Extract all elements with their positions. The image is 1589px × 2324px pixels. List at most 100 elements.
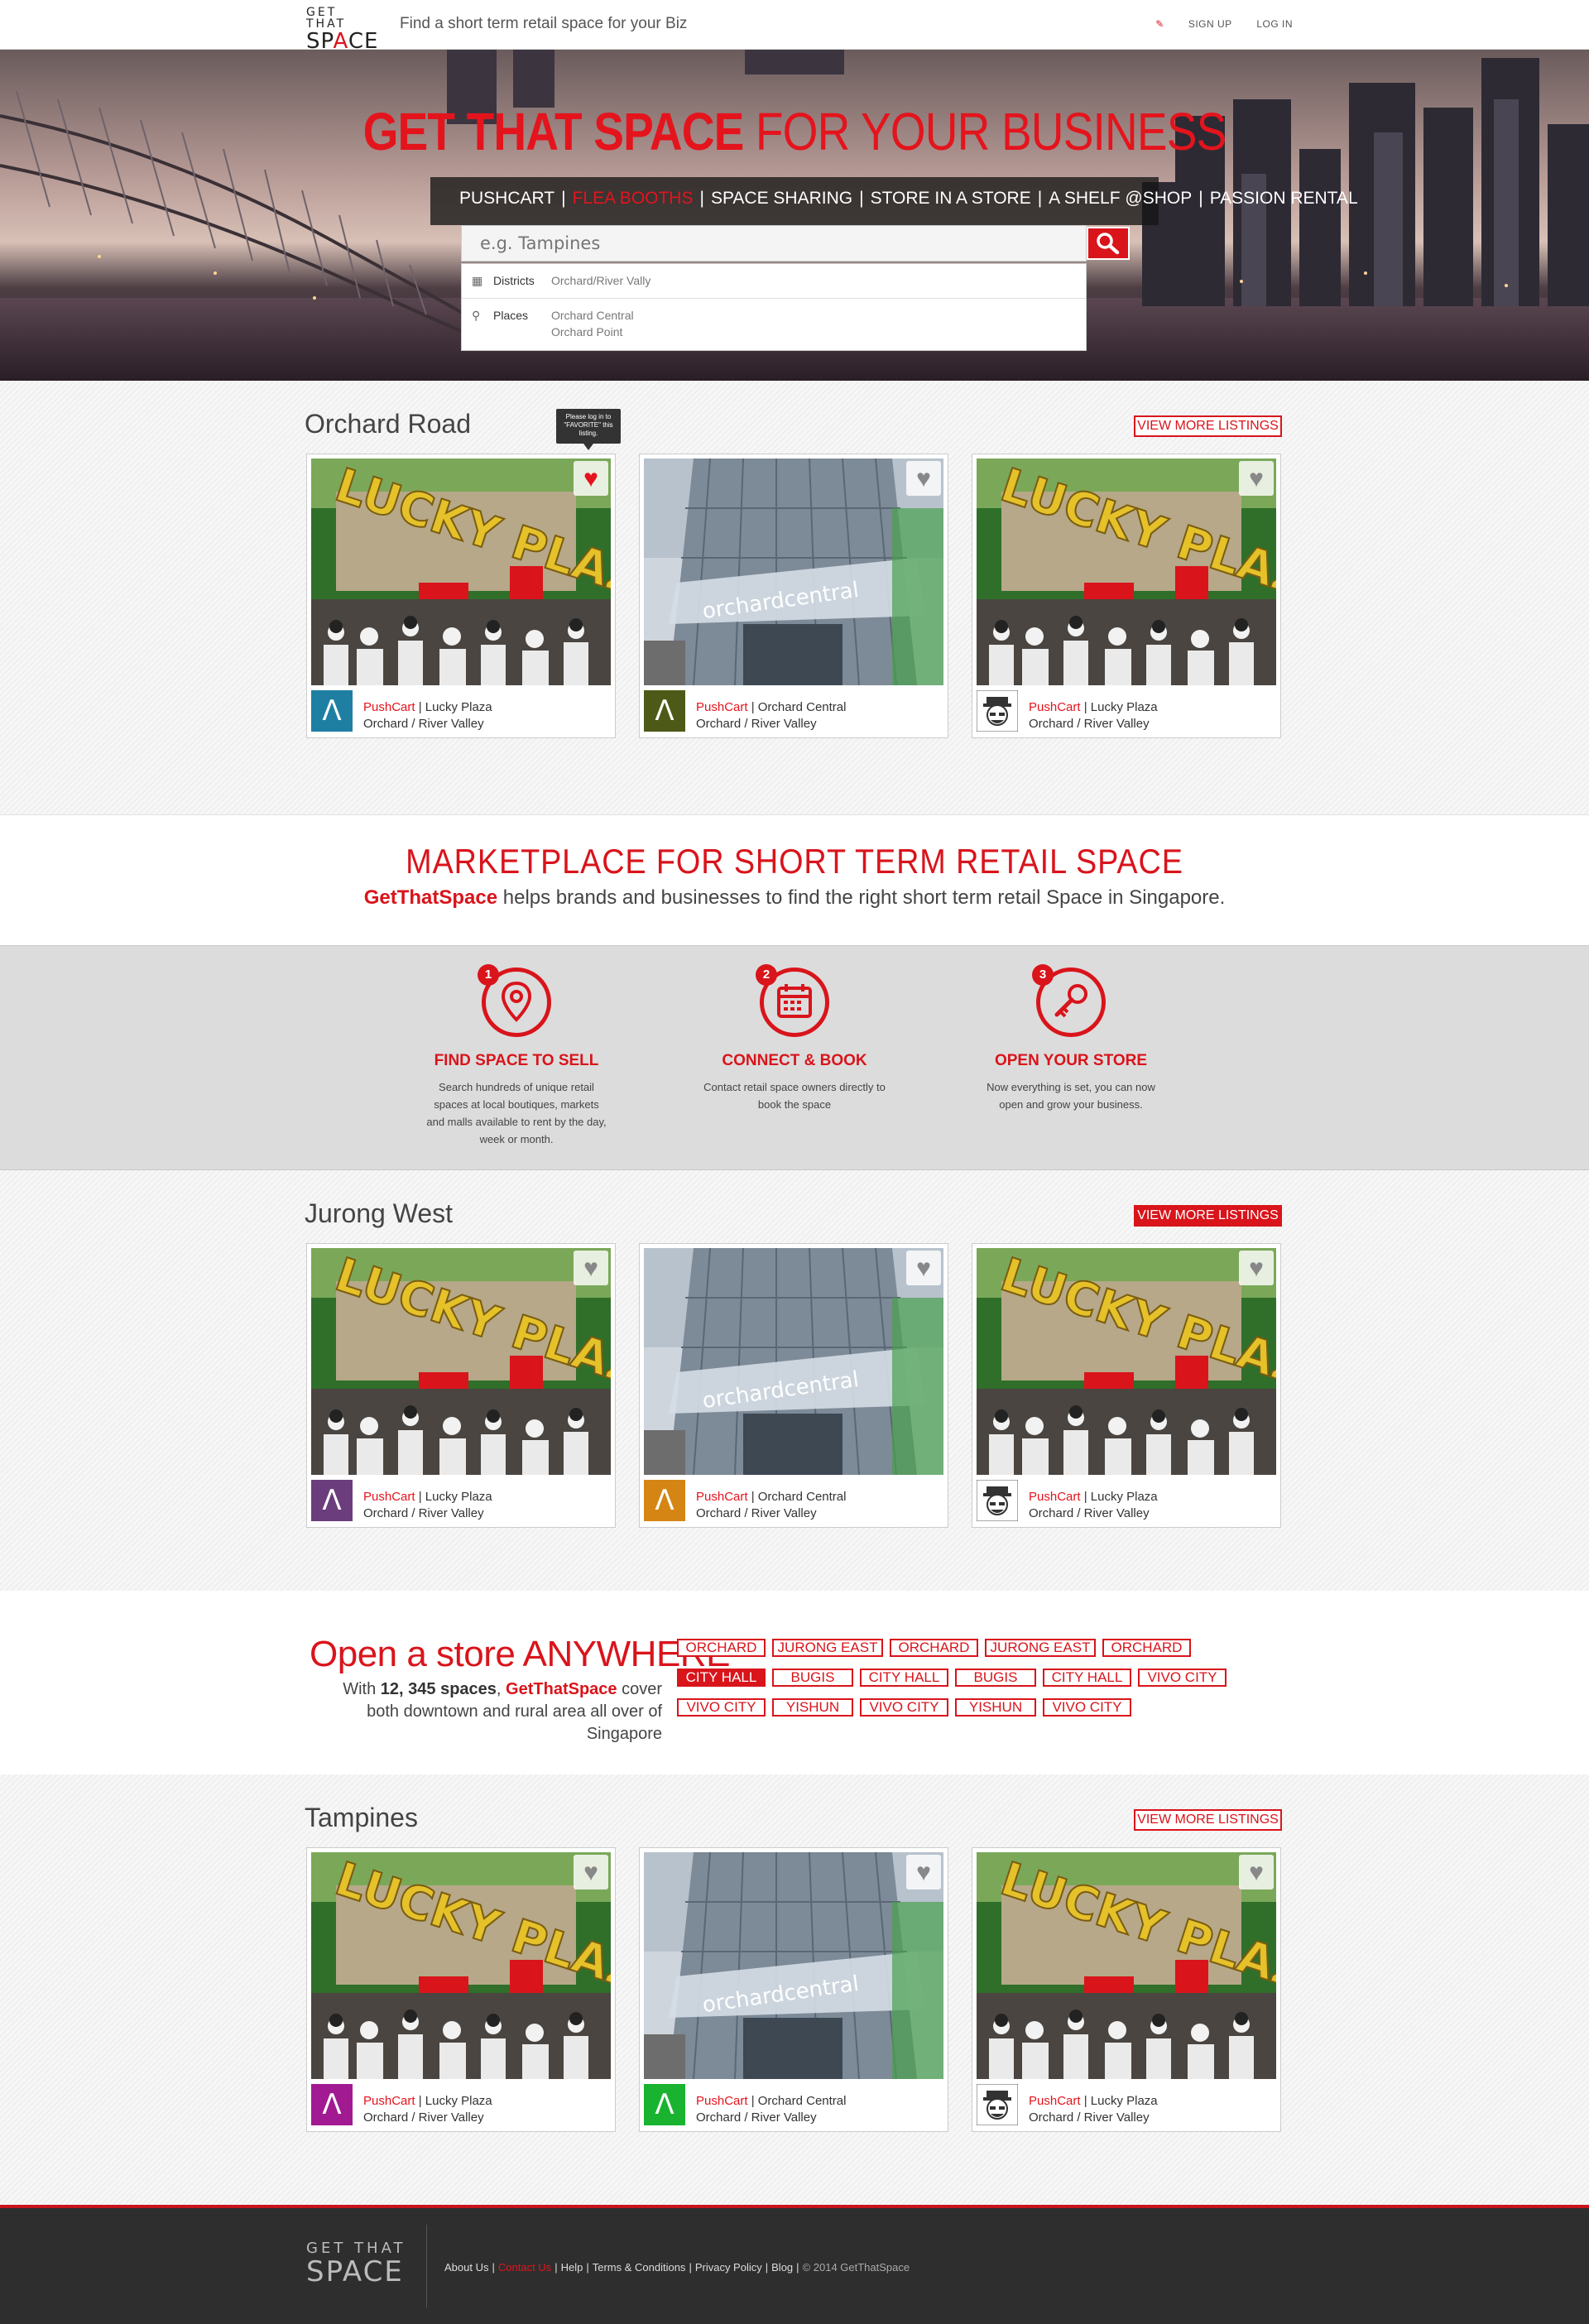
- location-tag[interactable]: ORCHARD: [890, 1639, 978, 1657]
- listing-name[interactable]: Orchard Central: [758, 700, 847, 714]
- footer-divider: [426, 2225, 427, 2307]
- listing-photo[interactable]: LUCKY PLAZA: [311, 1248, 611, 1475]
- listing-category[interactable]: PushCart: [363, 700, 415, 714]
- favorite-heart-icon[interactable]: ♥: [1239, 1251, 1274, 1285]
- avatar[interactable]: Λ: [644, 690, 685, 732]
- listing-category[interactable]: PushCart: [696, 700, 748, 714]
- location-tag[interactable]: BUGIS: [955, 1669, 1036, 1687]
- location-tag[interactable]: CITY HALL: [860, 1669, 948, 1687]
- favorite-heart-icon[interactable]: ♥: [1239, 461, 1274, 496]
- listing-name[interactable]: Lucky Plaza: [425, 1490, 492, 1504]
- listing-card[interactable]: LUCKY PLAZA ♥ Λ PushCart | Lucky Plaza O…: [306, 1847, 616, 2132]
- search-input[interactable]: [462, 226, 1086, 261]
- location-tag[interactable]: YISHUN: [772, 1698, 853, 1717]
- listing-card[interactable]: orchardcentral ♥ Λ PushCart | Orchard Ce…: [639, 1243, 948, 1528]
- favorite-heart-icon[interactable]: ♥: [1239, 1855, 1274, 1889]
- search-button[interactable]: [1087, 227, 1130, 260]
- avatar[interactable]: Λ: [311, 1480, 353, 1521]
- listing-category[interactable]: PushCart: [363, 2094, 415, 2108]
- view-more-listings-button[interactable]: VIEW MORE LISTINGS: [1134, 1205, 1282, 1227]
- location-tag[interactable]: CITY HALL: [1043, 1669, 1131, 1687]
- view-more-listings-button[interactable]: VIEW MORE LISTINGS: [1134, 1809, 1282, 1831]
- category-space-sharing[interactable]: SPACE SHARING: [711, 189, 852, 209]
- avatar[interactable]: Λ: [644, 2084, 685, 2125]
- footer-link-contact[interactable]: Contact Us: [498, 2261, 551, 2274]
- listing-photo[interactable]: orchardcentral: [644, 459, 943, 685]
- listing-photo[interactable]: LUCKY PLAZA: [977, 459, 1276, 685]
- listing-name[interactable]: Lucky Plaza: [425, 2094, 492, 2108]
- listing-category[interactable]: PushCart: [696, 2094, 748, 2108]
- listing-photo[interactable]: LUCKY PLAZA: [977, 1852, 1276, 2079]
- listing-card[interactable]: orchardcentral ♥ Λ PushCart | Orchard Ce…: [639, 454, 948, 738]
- footer-link-about[interactable]: About Us: [444, 2261, 488, 2274]
- listing-category[interactable]: PushCart: [363, 1490, 415, 1504]
- listing-photo[interactable]: LUCKY PLAZA: [977, 1248, 1276, 1475]
- favorite-heart-icon[interactable]: ♥: [574, 461, 608, 496]
- category-a-shelf-at-shop[interactable]: A SHELF @SHOP: [1049, 189, 1192, 209]
- listing-category[interactable]: PushCart: [1029, 2094, 1081, 2108]
- favorite-heart-icon[interactable]: ♥: [906, 1251, 941, 1285]
- category-passion-rental[interactable]: PASSION RENTAL: [1210, 189, 1358, 209]
- location-tag[interactable]: CITY HALL: [677, 1669, 766, 1687]
- location-tag[interactable]: ORCHARD: [1102, 1639, 1191, 1657]
- listing-card[interactable]: LUCKY PLAZA ♥ PushCart | Lucky Plaza Orc…: [972, 454, 1281, 738]
- signup-link[interactable]: ✎ SIGN UP: [1134, 18, 1231, 30]
- location-tag[interactable]: BUGIS: [772, 1669, 853, 1687]
- listing-name[interactable]: Lucky Plaza: [1091, 1490, 1158, 1504]
- login-link[interactable]: LOG IN: [1256, 18, 1293, 30]
- category-pushcart[interactable]: PUSHCART: [459, 189, 554, 209]
- suggestion-value[interactable]: Orchard/River Vally: [551, 274, 650, 287]
- logo[interactable]: GET THAT SPACE: [306, 7, 381, 52]
- favorite-heart-icon[interactable]: ♥: [906, 461, 941, 496]
- location-tag[interactable]: JURONG EAST: [985, 1639, 1096, 1657]
- footer-link-terms[interactable]: Terms & Conditions: [593, 2261, 686, 2274]
- listing-card[interactable]: orchardcentral ♥ Λ PushCart | Orchard Ce…: [639, 1847, 948, 2132]
- avatar[interactable]: [976, 2083, 1019, 2126]
- listing-photo[interactable]: orchardcentral: [644, 1248, 943, 1475]
- location-tag[interactable]: YISHUN: [955, 1698, 1036, 1717]
- listing-photo[interactable]: LUCKY PLAZA: [311, 459, 611, 685]
- avatar[interactable]: [976, 1479, 1019, 1522]
- avatar[interactable]: Λ: [311, 2084, 353, 2125]
- listing-photo[interactable]: orchardcentral: [644, 1852, 943, 2079]
- suggestion-value[interactable]: Orchard Point: [551, 325, 622, 339]
- avatar[interactable]: Λ: [644, 1480, 685, 1521]
- location-tag[interactable]: ORCHARD: [677, 1639, 766, 1657]
- view-more-listings-button[interactable]: VIEW MORE LISTINGS: [1134, 415, 1282, 437]
- listing-name[interactable]: Lucky Plaza: [1091, 2094, 1158, 2108]
- listing-card[interactable]: LUCKY PLAZA ♥ PushCart | Lucky Plaza Orc…: [972, 1847, 1281, 2132]
- listing-category[interactable]: PushCart: [1029, 1490, 1081, 1504]
- listing-title: PushCart | Lucky Plaza: [1029, 2094, 1158, 2108]
- footer-link-blog[interactable]: Blog: [771, 2261, 793, 2274]
- listing-card[interactable]: LUCKY PLAZA ♥ Λ PushCart | Lucky Plaza O…: [306, 1243, 616, 1528]
- favorite-heart-icon[interactable]: ♥: [574, 1855, 608, 1889]
- footer-link-privacy[interactable]: Privacy Policy: [695, 2261, 762, 2274]
- avatar[interactable]: Λ: [311, 690, 353, 732]
- listing-name[interactable]: Orchard Central: [758, 1490, 847, 1504]
- listing-name[interactable]: Lucky Plaza: [1091, 700, 1158, 714]
- suggestion-districts[interactable]: ▦ Districts Orchard/River Vally: [462, 264, 1086, 299]
- footer-logo[interactable]: GET THAT SPACE: [306, 2241, 406, 2287]
- favorite-heart-icon[interactable]: ♥: [574, 1251, 608, 1285]
- suggestion-value[interactable]: Orchard Central: [551, 309, 634, 322]
- location-tag[interactable]: VIVO CITY: [860, 1698, 948, 1717]
- category-flea-booths[interactable]: FLEA BOOTHS: [573, 189, 694, 209]
- suggestion-places[interactable]: ⚲ Places Orchard Central Orchard Point: [462, 299, 1086, 350]
- location-tag[interactable]: JURONG EAST: [772, 1639, 883, 1657]
- favorite-heart-icon[interactable]: ♥: [906, 1855, 941, 1889]
- category-store-in-a-store[interactable]: STORE IN A STORE: [871, 189, 1031, 209]
- listing-card[interactable]: LUCKY PLAZA ♥ Λ PushCart | Lucky Plaza O…: [306, 454, 616, 738]
- listing-card[interactable]: LUCKY PLAZA ♥ PushCart | Lucky Plaza Orc…: [972, 1243, 1281, 1528]
- search-icon: [1097, 233, 1120, 255]
- footer-link-help[interactable]: Help: [561, 2261, 583, 2274]
- listing-name[interactable]: Orchard Central: [758, 2094, 847, 2108]
- avatar[interactable]: [976, 689, 1019, 732]
- listing-name[interactable]: Lucky Plaza: [425, 700, 492, 714]
- listing-category[interactable]: PushCart: [1029, 700, 1081, 714]
- listing-category[interactable]: PushCart: [696, 1490, 748, 1504]
- location-tag[interactable]: VIVO CITY: [1138, 1669, 1227, 1687]
- grid-icon: ▦: [472, 274, 483, 287]
- listing-photo[interactable]: LUCKY PLAZA: [311, 1852, 611, 2079]
- location-tag[interactable]: VIVO CITY: [677, 1698, 766, 1717]
- location-tag[interactable]: VIVO CITY: [1043, 1698, 1131, 1717]
